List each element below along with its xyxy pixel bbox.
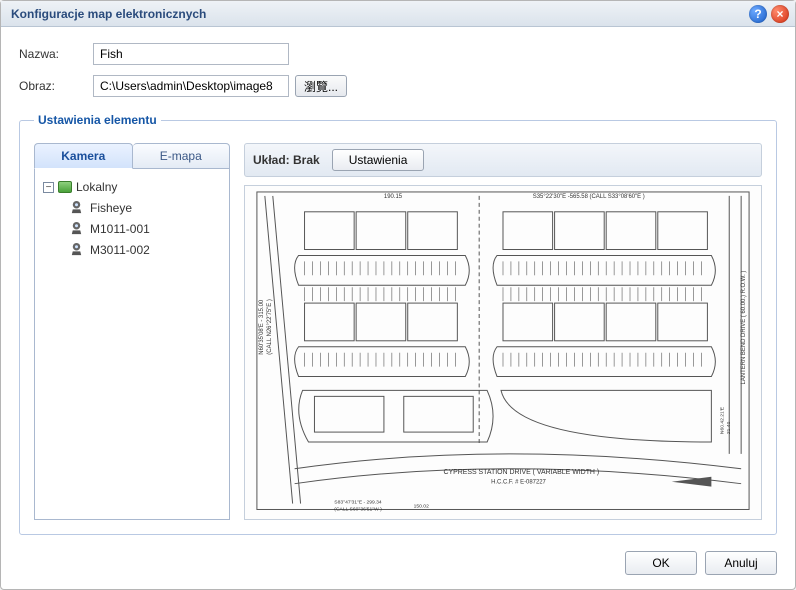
titlebar: Konfiguracje map elektronicznych ? × [1,1,795,27]
ok-button[interactable]: OK [625,551,697,575]
cancel-button[interactable]: Anuluj [705,551,777,575]
layout-settings-button[interactable]: Ustawienia [332,149,425,171]
camera-icon [69,200,84,215]
image-path-input[interactable] [93,75,289,97]
layout-header: Układ: Brak Ustawienia [244,143,762,177]
layout-value: Brak [293,153,320,167]
group-legend: Ustawienia elementu [34,113,161,127]
name-label: Nazwa: [19,47,93,61]
row-name: Nazwa: [19,43,777,65]
svg-text:N60.42.21'E: N60.42.21'E [719,406,725,434]
tabs: Kamera E-mapa [34,143,230,169]
svg-text:150.02: 150.02 [414,503,429,509]
svg-text:21.40: 21.40 [726,421,732,434]
browse-button[interactable]: 瀏覽... [295,75,347,97]
tree-item-label: M3011-002 [90,243,150,257]
help-button[interactable]: ? [749,5,767,23]
dialog-footer: OK Anuluj [1,541,795,589]
tab-emap[interactable]: E-mapa [133,143,231,169]
layout-prefix: Układ: [253,153,293,167]
lan-icon [58,181,72,193]
svg-text:(CALL N26°22'75"E ): (CALL N26°22'75"E ) [267,299,273,355]
image-label: Obraz: [19,79,93,93]
tree-item-label: M1011-001 [90,222,150,236]
svg-text:190.15: 190.15 [384,194,403,200]
map-canvas[interactable]: 190.15 S35°22'30"E -565.58 (CALL S33°08'… [244,185,762,520]
tree-root[interactable]: − Lokalny [41,177,223,197]
tree-root-label: Lokalny [76,180,117,194]
svg-text:(CALL S60°36'51"W ): (CALL S60°36'51"W ) [334,506,382,512]
tree-item[interactable]: M3011-002 [41,239,223,260]
svg-text:N60'35'08'E - 315.00: N60'35'08'E - 315.00 [259,299,265,355]
element-settings-group: Ustawienia elementu Kamera E-mapa − Loka… [19,113,777,535]
row-image: Obraz: 瀏覽... [19,75,777,97]
close-button[interactable]: × [771,5,789,23]
svg-text:H.C.C.F. # E-087227: H.C.C.F. # E-087227 [491,480,546,486]
tree-item[interactable]: M1011-001 [41,218,223,239]
svg-text:S35°22'30"E -565.58 (CALL S33: S35°22'30"E -565.58 (CALL S33°08'60"E ) [533,194,645,200]
svg-text:S83°47'31"E - 299.34: S83°47'31"E - 299.34 [334,500,382,506]
svg-text:LANTERN BEND DRIVE ( 60.00.) R: LANTERN BEND DRIVE ( 60.00.) R.O.W. ) [741,271,747,385]
right-column: Układ: Brak Ustawienia [244,143,762,520]
dialog-content: Nazwa: Obraz: 瀏覽... Ustawienia elementu … [1,27,795,541]
camera-icon [69,242,84,257]
svg-text:CYPRESS STATION DRIVE ( VARIAB: CYPRESS STATION DRIVE ( VARIABLE WIDTH ) [443,469,599,476]
camera-icon [69,221,84,236]
tree-item[interactable]: Fisheye [41,197,223,218]
name-input[interactable] [93,43,289,65]
device-tree[interactable]: − Lokalny Fisheye M1011-0 [34,169,230,520]
window-title: Konfiguracje map elektronicznych [11,7,206,21]
tree-item-label: Fisheye [90,201,132,215]
tab-camera[interactable]: Kamera [34,143,133,169]
tree-toggle-icon[interactable]: − [43,182,54,193]
layout-label: Układ: Brak [253,153,320,167]
left-column: Kamera E-mapa − Lokalny Fisheye [34,143,230,520]
